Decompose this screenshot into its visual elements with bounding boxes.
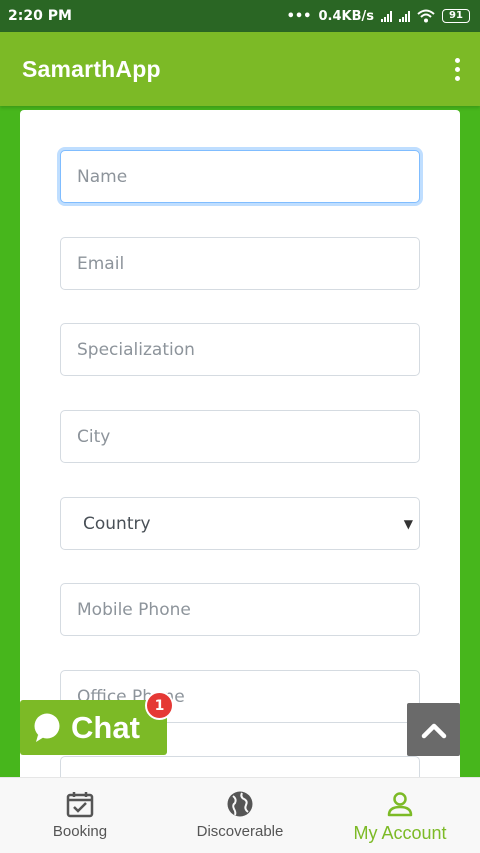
app-bar: SamarthApp [0,32,480,106]
status-bar: 2:20 PM ••• 0.4KB/s 91 [0,0,480,32]
email-input[interactable]: Email [60,237,420,290]
nav-label-my-account: My Account [353,823,447,843]
globe-icon [227,791,253,817]
nav-label-booking: Booking [52,823,108,840]
chevron-up-icon [421,723,446,738]
nav-item-discoverable[interactable]: Discoverable [160,778,320,853]
overflow-menu-icon[interactable] [447,54,460,85]
signal-icon [381,10,392,22]
mobile-phone-input[interactable]: Mobile Phone [60,583,420,636]
notification-dots: ••• [286,8,312,24]
nav-label-discoverable: Discoverable [196,823,284,840]
chat-button[interactable]: Chat 1 [20,691,174,755]
name-input[interactable]: Name [60,150,420,203]
battery-icon: 91 [442,9,470,23]
calendar-check-icon [66,792,94,818]
bottom-navigation: Booking Discoverable My Account [0,777,480,853]
nav-item-booking[interactable]: Booking [0,778,160,853]
name-placeholder: Name [77,166,128,187]
registration-form-card: Name Email Specialization City Country ▼… [20,110,460,809]
country-selected-value: Country [83,513,151,534]
wifi-icon [417,9,435,23]
email-placeholder: Email [77,253,125,274]
status-indicators: ••• 0.4KB/s 91 [287,9,470,24]
caret-down-icon: ▼ [403,516,413,531]
network-speed: 0.4KB/s [318,8,375,24]
chat-label: Chat [71,709,140,745]
status-time: 2:20 PM [8,8,72,24]
person-icon [387,792,413,817]
signal-icon-2 [399,10,410,22]
nav-item-my-account[interactable]: My Account [320,778,480,853]
city-input[interactable]: City [60,410,420,463]
country-select[interactable]: Country ▼ [60,497,420,550]
chat-unread-badge: 1 [145,691,174,720]
city-placeholder: City [77,426,111,447]
scroll-to-top-button[interactable] [407,703,460,756]
specialization-input[interactable]: Specialization [60,323,420,376]
specialization-placeholder: Specialization [77,339,195,360]
app-title: SamarthApp [22,55,161,82]
mobile-phone-placeholder: Mobile Phone [77,599,191,620]
chat-bubble-icon [34,713,60,742]
